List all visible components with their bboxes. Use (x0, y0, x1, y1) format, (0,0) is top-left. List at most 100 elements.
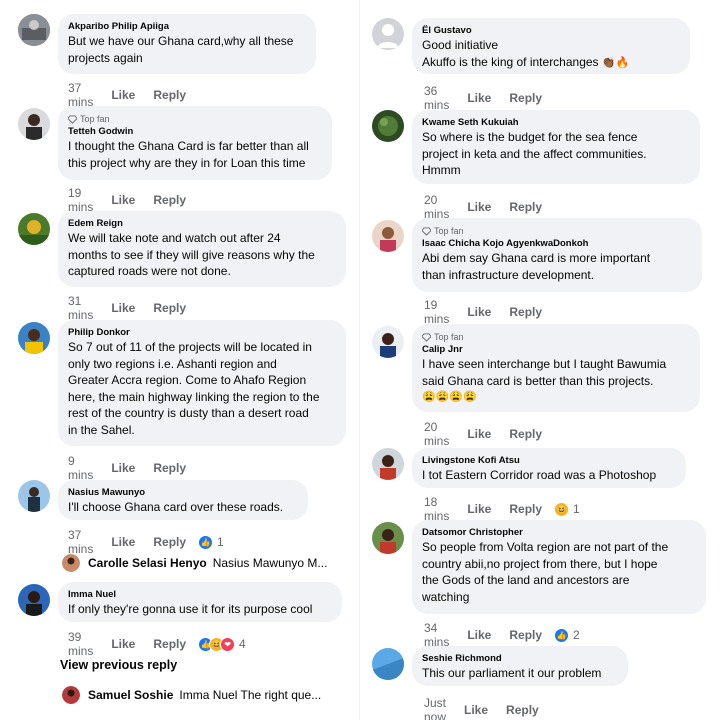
reply-button[interactable]: Reply (153, 535, 186, 549)
avatar[interactable] (372, 326, 404, 358)
comment-time[interactable]: 36 mins (424, 84, 449, 112)
avatar[interactable] (18, 213, 50, 245)
comment-text: captured roads were not done. (68, 264, 231, 278)
like-button[interactable]: Like (111, 637, 135, 651)
like-button[interactable]: Like (467, 502, 491, 516)
reaction-summary[interactable]: 👍 2 (554, 627, 580, 643)
reply-button[interactable]: Reply (153, 637, 186, 651)
diamond-icon (422, 332, 431, 342)
reaction-count: 1 (217, 535, 224, 549)
commenter-name[interactable]: Nasius Mawunyo (68, 487, 298, 499)
reply-preview[interactable]: Samuel Soshie Imma Nuel The right que... (62, 686, 321, 704)
reply-button[interactable]: Reply (153, 301, 186, 315)
commenter-name[interactable]: Datsomor Christopher (422, 527, 696, 539)
like-button[interactable]: Like (467, 305, 491, 319)
commenter-name[interactable]: Philip Donkor (68, 327, 336, 339)
commenter-name[interactable]: Ël Gustavo (422, 25, 680, 37)
reply-button[interactable]: Reply (153, 193, 186, 207)
comment-text: Greater Accra region. Come to Ahafo Regi… (68, 373, 307, 387)
commenter-name[interactable]: Edem Reign (68, 218, 336, 230)
reply-button[interactable]: Reply (153, 88, 186, 102)
comment-bubble: Datsomor Christopher So people from Volt… (412, 520, 706, 614)
reply-button[interactable]: Reply (509, 91, 542, 105)
avatar[interactable] (372, 522, 404, 554)
comment-time[interactable]: 20 mins (424, 420, 449, 448)
avatar[interactable] (18, 480, 50, 512)
comment-time[interactable]: 19 mins (424, 298, 449, 326)
commenter-name[interactable]: Kwame Seth Kukuiah (422, 117, 690, 129)
comment-text: here, the main highway linking the regio… (68, 389, 320, 404)
like-button[interactable]: Like (467, 91, 491, 105)
reply-button[interactable]: Reply (153, 461, 186, 475)
comment-time[interactable]: 19 mins (68, 186, 93, 214)
reply-button[interactable]: Reply (509, 628, 542, 642)
comment-time[interactable]: 37 mins (68, 81, 93, 109)
commenter-name[interactable]: Akparibo Philip Apiiga (68, 21, 306, 33)
commenter-name[interactable]: Isaac Chicha Kojo AgyenkwaDonkoh (422, 238, 692, 250)
commenter-name[interactable]: Seshie Richmond (422, 653, 618, 665)
top-fan-badge: Top fan (422, 225, 692, 237)
reaction-summary[interactable]: 😆 1 (554, 501, 580, 517)
avatar[interactable] (18, 108, 50, 140)
like-button[interactable]: Like (111, 301, 135, 315)
diamond-icon (422, 226, 431, 236)
comment-actions: 34 mins Like Reply 👍 2 (424, 621, 580, 649)
comment-time[interactable]: Just now (424, 696, 446, 720)
reply-button[interactable]: Reply (509, 305, 542, 319)
comment-actions: 19 mins Like Reply (68, 186, 204, 214)
comment-bubble: Kwame Seth Kukuiah So where is the budge… (412, 110, 700, 184)
like-button[interactable]: Like (111, 461, 135, 475)
clapping-emoji-icon: 👏🏾🔥 (601, 56, 630, 69)
comment-text: We will take note and watch out after 24 (68, 231, 281, 245)
like-button[interactable]: Like (111, 535, 135, 549)
comment-actions: 18 mins Like Reply 😆 1 (424, 495, 580, 523)
commenter-name[interactable]: Imma Nuel (68, 589, 332, 601)
reaction-summary[interactable]: 👍 😆 ❤ 4 (198, 636, 246, 652)
commenter-name[interactable]: Livingstone Kofi Atsu (422, 455, 676, 467)
avatar[interactable] (372, 448, 404, 480)
like-reaction-icon: 👍 (554, 627, 570, 643)
comment-actions: 31 mins Like Reply (68, 294, 204, 322)
avatar[interactable] (372, 18, 404, 50)
avatar[interactable] (372, 220, 404, 252)
like-button[interactable]: Like (464, 703, 488, 717)
like-button[interactable]: Like (111, 193, 135, 207)
reply-button[interactable]: Reply (509, 200, 542, 214)
avatar[interactable] (372, 648, 404, 680)
comment-time[interactable]: 39 mins (68, 630, 93, 658)
reaction-count: 4 (239, 637, 246, 651)
avatar[interactable] (18, 14, 50, 46)
comment-time[interactable]: 37 mins (68, 528, 93, 556)
reply-preview[interactable]: Carolle Selasi Henyo Nasius Mawunyo M... (62, 554, 327, 572)
reply-author-name[interactable]: Carolle Selasi Henyo (88, 556, 207, 570)
reply-button[interactable]: Reply (509, 427, 542, 441)
avatar[interactable] (372, 110, 404, 142)
like-button[interactable]: Like (467, 200, 491, 214)
like-button[interactable]: Like (111, 88, 135, 102)
avatar[interactable] (18, 584, 50, 616)
commenter-name[interactable]: Tetteh Godwin (68, 126, 322, 138)
like-button[interactable]: Like (467, 427, 491, 441)
comment-text: project in keta and the affect communiti… (422, 146, 647, 161)
comment-text: Good initiative (422, 38, 499, 52)
left-comments-column: Akparibo Philip Apiiga But we have our G… (0, 0, 360, 720)
comment-time[interactable]: 31 mins (68, 294, 93, 322)
comment-text: I tot Eastern Corridor road was a Photos… (422, 468, 657, 482)
reply-button[interactable]: Reply (506, 703, 539, 717)
comment-time[interactable]: 20 mins (424, 193, 449, 221)
reply-author-name[interactable]: Samuel Soshie (88, 688, 173, 702)
comment-actions: 9 mins Like Reply (68, 454, 204, 482)
comment-time[interactable]: 9 mins (68, 454, 93, 482)
avatar[interactable] (18, 322, 50, 354)
comment-time[interactable]: 34 mins (424, 621, 449, 649)
view-previous-reply-link[interactable]: View previous reply (60, 658, 177, 672)
commenter-name[interactable]: Calip Jnr (422, 344, 690, 356)
comment-time[interactable]: 18 mins (424, 495, 449, 523)
comment-text: than infrastructure development. (422, 267, 595, 282)
reply-snippet: Imma Nuel The right que... (179, 688, 322, 702)
reply-button[interactable]: Reply (509, 502, 542, 516)
reaction-summary[interactable]: 👍 1 (198, 534, 224, 550)
like-button[interactable]: Like (467, 628, 491, 642)
comment-text: This our parliament it our problem (422, 666, 602, 680)
comment-text: the Gods of the land and ancestors are (422, 573, 630, 587)
